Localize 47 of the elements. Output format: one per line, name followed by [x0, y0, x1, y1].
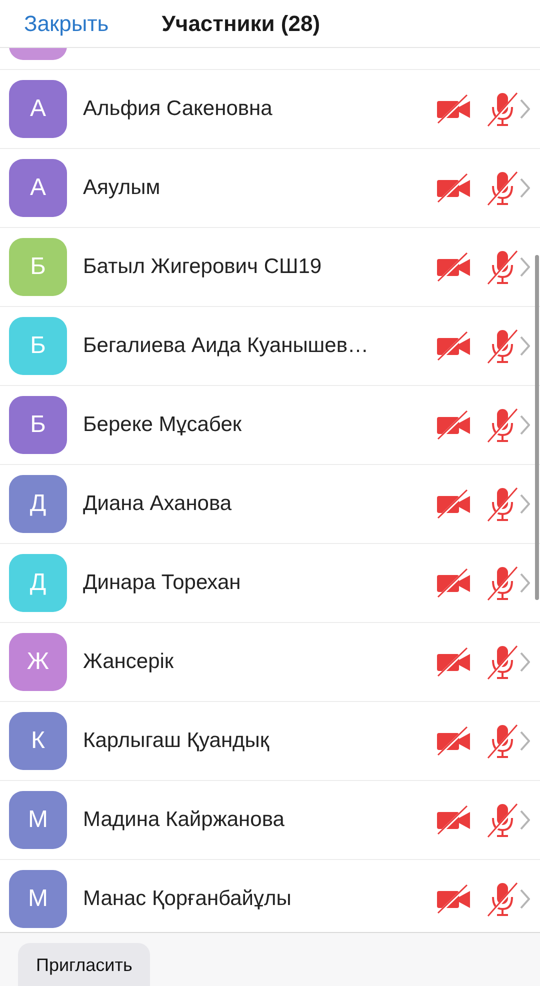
scrollbar[interactable] — [535, 255, 539, 600]
participant-name: Альфия Сакеновна — [83, 96, 274, 122]
participant-name: Бегалиева Аида Куанышев… — [83, 333, 370, 360]
close-button[interactable]: Закрыть — [24, 7, 109, 40]
invite-button[interactable]: Пригласить — [18, 942, 150, 986]
avatar: Д — [9, 475, 67, 533]
participant-row[interactable]: Б Батыл Жигерович СШ19 — [0, 228, 540, 307]
avatar: А — [9, 159, 67, 217]
participant-name: Мадина Кайржанова — [83, 807, 286, 834]
participant-row[interactable]: Ж Жансерік — [0, 623, 540, 702]
chevron-icon — [520, 178, 530, 198]
participant-row[interactable]: Д Диана Аханова — [0, 465, 540, 544]
participant-row[interactable]: М Мадина Кайржанова — [0, 781, 540, 860]
chevron-icon — [520, 810, 530, 830]
participant-row[interactable]: Д Динара Торехан — [0, 544, 540, 623]
chevron-icon — [520, 336, 530, 356]
participant-name: Манас Қорғанбайұлы — [83, 886, 292, 912]
participant-row[interactable]: Б Береке Мұсабек — [0, 386, 540, 465]
chevron-icon — [520, 494, 530, 514]
avatar: Б — [9, 396, 67, 454]
participant-row[interactable]: Б Бегалиева Аида Куанышев… — [0, 307, 540, 386]
avatar: К — [9, 712, 67, 770]
avatar: М — [9, 870, 67, 928]
avatar: А — [9, 80, 67, 138]
avatar: Д — [9, 554, 67, 612]
chevron-icon — [520, 573, 530, 593]
participant-row[interactable]: А Аяулым — [0, 149, 540, 228]
avatar: Ж — [9, 633, 67, 691]
participant-row[interactable]: А Альфия Сакеновна — [0, 70, 540, 149]
avatar: Б — [9, 317, 67, 375]
participant-name: Береке Мұсабек — [83, 412, 243, 438]
chevron-icon — [520, 889, 530, 909]
participant-name: Аяулым — [83, 175, 162, 202]
participant-row[interactable]: К Карлыгаш Қуандық — [0, 702, 540, 781]
participant-name: Динара Торехан — [83, 570, 242, 596]
participant-name: Карлыгаш Қуандық — [83, 728, 270, 754]
avatar: М — [9, 791, 67, 849]
avatar: Б — [9, 238, 67, 296]
chevron-icon — [520, 99, 530, 119]
chevron-icon — [520, 652, 530, 672]
participant-name: Диана Аханова — [83, 491, 233, 518]
participant-name: Жансерік — [83, 649, 175, 676]
chevron-icon — [520, 731, 530, 751]
chevron-icon — [520, 415, 530, 435]
header-title: Участники (28) — [162, 10, 320, 38]
participant-name: Батыл Жигерович СШ19 — [83, 254, 323, 280]
chevron-icon — [520, 257, 530, 277]
